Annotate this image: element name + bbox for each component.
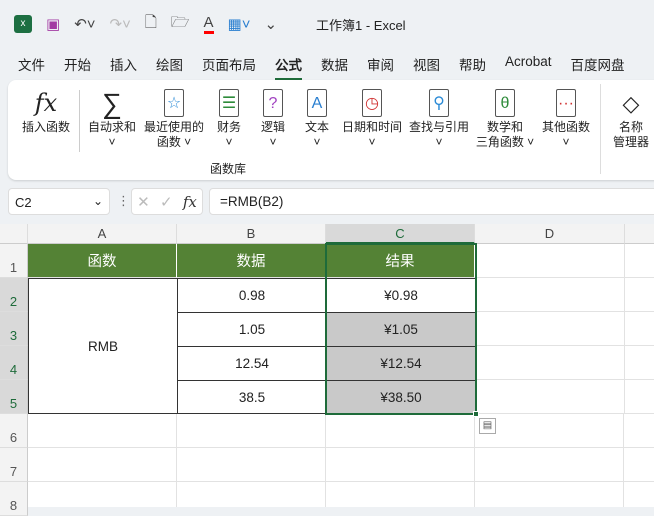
undo-icon[interactable]: ↶˅ xyxy=(74,15,95,33)
recent-functions-button[interactable]: ☆ 最近使用的 函数 ˅ xyxy=(142,86,206,150)
row-header-1[interactable]: 1 xyxy=(0,244,28,278)
text-button[interactable]: A 文本 ˅ xyxy=(300,86,334,150)
column-header-b[interactable]: B xyxy=(177,224,326,244)
tab-data[interactable]: 数据 xyxy=(321,54,348,80)
borders-icon[interactable]: ▦˅ xyxy=(228,15,251,33)
empty-cells[interactable] xyxy=(475,244,654,414)
open-folder-icon[interactable]: 🗁 xyxy=(171,12,190,37)
quick-analysis-icon[interactable]: ▤ xyxy=(479,418,496,434)
tab-home[interactable]: 开始 xyxy=(64,54,91,80)
column-header-c[interactable]: C xyxy=(326,224,475,244)
tab-draw[interactable]: 绘图 xyxy=(156,54,183,80)
more-handle-icon[interactable]: ⋮ xyxy=(117,193,130,209)
divider xyxy=(79,90,80,152)
chevron-down-icon[interactable]: ⌄ xyxy=(93,194,103,208)
column-header-a[interactable]: A xyxy=(28,224,177,244)
star-icon: ☆ xyxy=(164,89,184,117)
cell-b2[interactable]: 0.98 xyxy=(177,278,327,313)
customize-qat-icon[interactable]: ⌄ xyxy=(264,15,277,33)
tab-insert[interactable]: 插入 xyxy=(110,54,137,80)
fx-icon: fx xyxy=(34,88,58,117)
selection-border xyxy=(325,243,477,415)
formula-input[interactable]: =RMB(B2) xyxy=(209,188,654,215)
name-manager-button[interactable]: ◇ 名称 管理器 xyxy=(608,86,654,150)
window-title: 工作簿1 - Excel xyxy=(316,18,406,33)
more-dots-icon: ··· xyxy=(556,89,576,117)
database-icon: ☰ xyxy=(219,89,239,117)
row-header-2[interactable]: 2 xyxy=(0,278,28,312)
row-header-6[interactable]: 6 xyxy=(0,414,28,448)
tab-acrobat[interactable]: Acrobat xyxy=(505,54,552,80)
sigma-icon: ∑ xyxy=(102,87,122,119)
date-time-button[interactable]: ◷ 日期和时间 ˅ xyxy=(341,86,403,150)
more-functions-button[interactable]: ··· 其他函数 ˅ xyxy=(540,86,592,150)
ribbon: fx 插入函数 ∑ 自动求和 ˅ ☆ 最近使用的 函数 ˅ ☰ 财务 ˅ ? 逻辑 ˅ A 文本 ˅ … xyxy=(8,80,654,180)
column-header-d[interactable]: D xyxy=(475,224,625,244)
theta-icon: θ xyxy=(495,89,515,117)
save-icon[interactable]: ▣ xyxy=(46,15,60,33)
magnifier-icon: ⚲ xyxy=(429,89,449,117)
text-a-icon: A xyxy=(307,89,327,117)
menu-tabs: 文件 开始 插入 绘图 页面布局 公式 数据 审阅 视图 帮助 Acrobat … xyxy=(18,54,644,80)
fill-handle[interactable] xyxy=(473,411,479,417)
row-header-8[interactable]: 8 xyxy=(0,482,28,516)
cancel-icon[interactable]: ✕ xyxy=(137,193,150,211)
autosum-button[interactable]: ∑ 自动求和 ˅ xyxy=(86,86,138,150)
tab-page-layout[interactable]: 页面布局 xyxy=(202,54,256,80)
select-all-corner[interactable] xyxy=(0,224,28,244)
excel-logo-icon: x xyxy=(14,15,32,33)
row-header-4[interactable]: 4 xyxy=(0,346,28,380)
insert-function-button[interactable]: fx 插入函数 xyxy=(20,86,72,135)
tab-file[interactable]: 文件 xyxy=(18,54,45,80)
column-header-e[interactable] xyxy=(625,224,654,244)
cell-b1[interactable]: 数据 xyxy=(177,244,326,278)
tab-baidu[interactable]: 百度网盘 xyxy=(571,54,625,80)
row-header-7[interactable]: 7 xyxy=(0,448,28,482)
tab-review[interactable]: 审阅 xyxy=(367,54,394,80)
logical-button[interactable]: ? 逻辑 ˅ xyxy=(256,86,290,150)
financial-button[interactable]: ☰ 财务 ˅ xyxy=(212,86,246,150)
redo-icon[interactable]: ↷˅ xyxy=(110,15,131,33)
cell-b3[interactable]: 1.05 xyxy=(177,312,327,347)
clock-icon: ◷ xyxy=(362,89,382,117)
spreadsheet-grid: A B C D 1 2 3 4 5 6 7 8 函数 数据 结果 RMB 0.9… xyxy=(0,224,654,516)
group-label: 函数库 xyxy=(209,162,246,176)
enter-icon[interactable]: ✓ xyxy=(160,193,173,211)
font-color-icon[interactable]: A xyxy=(203,14,214,34)
lookup-button[interactable]: ⚲ 查找与引用 ˅ xyxy=(408,86,470,150)
tab-view[interactable]: 视图 xyxy=(413,54,440,80)
name-box[interactable]: C2 ⌄ xyxy=(8,188,110,215)
cell-a1[interactable]: 函数 xyxy=(28,244,177,278)
row-header-5[interactable]: 5 xyxy=(0,380,28,414)
formula-buttons: ✕ ✓ fx xyxy=(131,188,203,215)
tag-icon: ◇ xyxy=(622,90,640,116)
question-icon: ? xyxy=(263,89,283,117)
quick-access-toolbar: x ▣ ↶˅ ↷˅ 🗋 🗁 A ▦˅ ⌄ xyxy=(14,12,277,36)
tab-help[interactable]: 帮助 xyxy=(459,54,486,80)
divider xyxy=(600,84,601,174)
math-trig-button[interactable]: θ 数学和 三角函数 ˅ xyxy=(474,86,536,150)
cell-b4[interactable]: 12.54 xyxy=(177,346,327,381)
tab-formulas[interactable]: 公式 xyxy=(275,54,302,80)
row-header-3[interactable]: 3 xyxy=(0,312,28,346)
new-file-icon[interactable]: 🗋 xyxy=(145,12,157,37)
cell-b5[interactable]: 38.5 xyxy=(177,380,327,414)
fx-icon[interactable]: fx xyxy=(183,193,197,211)
empty-cells[interactable] xyxy=(28,414,654,507)
cell-a2-merged[interactable]: RMB xyxy=(28,278,178,414)
